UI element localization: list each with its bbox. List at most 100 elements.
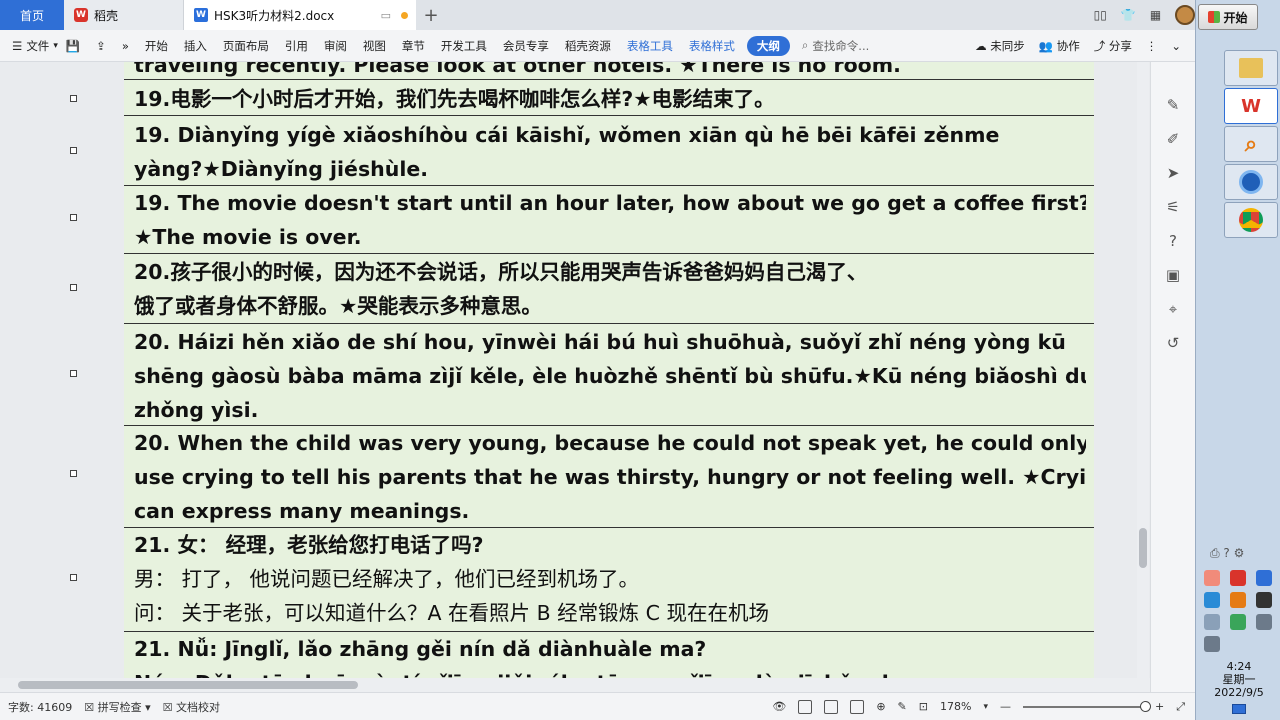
row-select-handle[interactable] [70,574,77,581]
row-select-handle[interactable] [70,284,77,291]
taskbar-app-player[interactable] [1224,164,1278,200]
zoom-slider-knob[interactable] [1140,700,1152,712]
taskbar-app-wps[interactable]: W [1224,88,1278,124]
document-page[interactable]: traveling recently. Please look at other… [124,62,1094,678]
table-row[interactable]: 19.电影一个小时后才开始，我们先去喝杯咖啡怎么样?★电影结束了。 [124,80,1094,116]
eye-protection-icon[interactable]: 👁 [772,700,786,713]
pen-mode-icon[interactable]: ✎ [898,700,907,713]
select-arrow-icon[interactable]: ➤ [1164,164,1182,182]
menu-button[interactable]: ☰ 文件 ▾ [0,38,58,54]
save-icon[interactable]: 💾 [58,39,88,53]
ribbon-tab-start[interactable]: 开始 [137,38,176,54]
magnifier-app-icon: ⌕ [1244,131,1258,157]
tray-shield-icon[interactable] [1204,592,1220,608]
command-search[interactable]: ⌕ 查找命令... [794,38,877,54]
tray-volume-icon[interactable] [1256,614,1272,630]
word-count[interactable]: 字数: 41609 [8,699,72,715]
zoom-level[interactable]: 178% [940,700,971,713]
row-select-handle[interactable] [70,95,77,102]
history-icon[interactable]: ↺ [1164,334,1182,352]
tray-toolbar-icon[interactable]: ⎙ ? ⚙ [1210,546,1244,561]
zoom-dropdown-icon[interactable]: ▾ [983,702,988,712]
help-icon[interactable]: ? [1164,232,1182,250]
location-icon[interactable]: ⌖ [1164,300,1182,318]
tray-qq-icon[interactable] [1256,592,1272,608]
fit-page-icon[interactable]: ⊡ [919,700,928,713]
ribbon-tab-member[interactable]: 会员专享 [495,38,557,54]
tab-daoke[interactable]: W 稻壳 [64,0,184,30]
taskbar-app-search[interactable]: ⌕ [1224,126,1278,162]
ribbon-tab-review[interactable]: 审阅 [316,38,355,54]
tray-network-icon[interactable] [1204,636,1220,652]
table-row[interactable]: 21. 女： 经理，老张给您打电话了吗? 男： 打了， 他说问题已经解决了，他们… [124,528,1094,632]
ribbon-tab-section[interactable]: 章节 [394,38,433,54]
horizontal-scroll-thumb[interactable] [18,681,358,689]
proofread-button[interactable]: ☒ 文档校对 [163,699,220,715]
page-view-icon[interactable] [798,699,813,714]
tray-security-icon[interactable] [1230,614,1246,630]
share-button[interactable]: ⤴ 分享 [1094,38,1132,54]
tray-wps-icon[interactable] [1230,570,1246,586]
row-select-handle[interactable] [70,470,77,477]
ribbon-tab-daoke-resources[interactable]: 稻壳资源 [557,38,619,54]
apps-grid-icon[interactable]: ▦ [1150,8,1161,22]
sync-button[interactable]: ☁ 未同步 [975,38,1025,54]
ribbon-tab-table-style[interactable]: 表格样式 [681,38,743,54]
ribbon-tab-developer[interactable]: 开发工具 [433,38,495,54]
row-select-handle[interactable] [70,214,77,221]
tray-search-icon[interactable] [1230,592,1246,608]
table-row[interactable]: 19. Diànyǐng yígè xiǎoshíhòu cái kāishǐ,… [124,116,1094,186]
more-arrows-icon[interactable]: » [114,39,137,53]
ribbon-tab-references[interactable]: 引用 [277,38,316,54]
web-view-icon[interactable]: ⊕ [876,700,885,713]
screen-icon[interactable]: ▭ [381,9,391,22]
avatar[interactable] [1175,5,1196,25]
tab-document[interactable]: W HSK3听力材料2.docx ▭ [184,0,416,30]
edit-pen-icon[interactable]: ✐ [1164,130,1182,148]
table-row[interactable]: 19. The movie doesn't start until an hou… [124,186,1094,254]
image-icon[interactable]: ▣ [1164,266,1182,284]
vertical-scroll-thumb[interactable] [1139,528,1147,568]
spellcheck-button[interactable]: ☒ 拼写检查 ▾ [84,699,150,715]
vertical-scrollbar[interactable] [1137,62,1149,678]
taskbar-app-explorer[interactable] [1224,50,1278,86]
new-tab-button[interactable]: + [416,0,446,30]
tab-home[interactable]: 首页 [0,0,64,30]
system-clock[interactable]: 4:24 星期一 2022/9/5 [1200,660,1278,699]
fullscreen-icon[interactable]: ⤢ [1176,700,1185,714]
horizontal-scrollbar[interactable] [0,678,1150,692]
zoom-in-button[interactable]: + [1155,700,1164,713]
ribbon-tab-view[interactable]: 视图 [355,38,394,54]
table-row[interactable]: 20.孩子很小的时候，因为还不会说话，所以只能用哭声告诉爸爸妈妈自己渴了、 饿了… [124,254,1094,324]
ribbon-tab-outline[interactable]: 大纲 [746,35,790,56]
layout-icon[interactable]: ▯▯ [1094,8,1107,22]
table-row[interactable]: 20. When the child was very young, becau… [124,426,1094,528]
row-select-handle[interactable] [70,370,77,377]
skin-icon[interactable]: 👕 [1121,8,1136,22]
zoom-out-button[interactable]: — [1000,700,1011,713]
export-icon[interactable]: ⇪ [88,39,114,53]
ribbon-tab-insert[interactable]: 插入 [176,38,215,54]
ribbon-tab-table-tools[interactable]: 表格工具 [619,38,681,54]
tray-recycle-icon[interactable] [1204,570,1220,586]
table-row[interactable]: traveling recently. Please look at other… [124,62,1094,80]
show-desktop-icon[interactable] [1232,704,1246,714]
tray-clipboard-icon[interactable] [1204,614,1220,630]
document-area[interactable]: traveling recently. Please look at other… [0,62,1137,678]
outline-view-icon[interactable] [824,699,839,714]
more-menu-icon[interactable]: ⋮ [1146,39,1158,53]
collapse-ribbon-icon[interactable]: ⌄ [1171,39,1181,53]
collab-button[interactable]: 👥 协作 [1039,38,1080,54]
read-view-icon[interactable] [850,699,865,714]
taskbar-app-chrome[interactable] [1224,202,1278,238]
tray-bluetooth-icon[interactable] [1256,570,1272,586]
start-button[interactable]: 开始 [1198,4,1258,30]
table-row[interactable]: 21. Nǚ: Jīnglǐ, lǎo zhāng gěi nín dǎ dià… [124,632,1094,678]
style-brush-icon[interactable]: ✎ [1164,96,1182,114]
ribbon-tab-layout[interactable]: 页面布局 [215,38,277,54]
table-row[interactable]: 20. Háizi hěn xiǎo de shí hou, yīnwèi há… [124,324,1094,426]
settings-sliders-icon[interactable]: ⚟ [1164,198,1182,216]
file-menu[interactable]: 文件 [26,38,49,54]
row-select-handle[interactable] [70,147,77,154]
zoom-slider[interactable] [1022,700,1152,712]
